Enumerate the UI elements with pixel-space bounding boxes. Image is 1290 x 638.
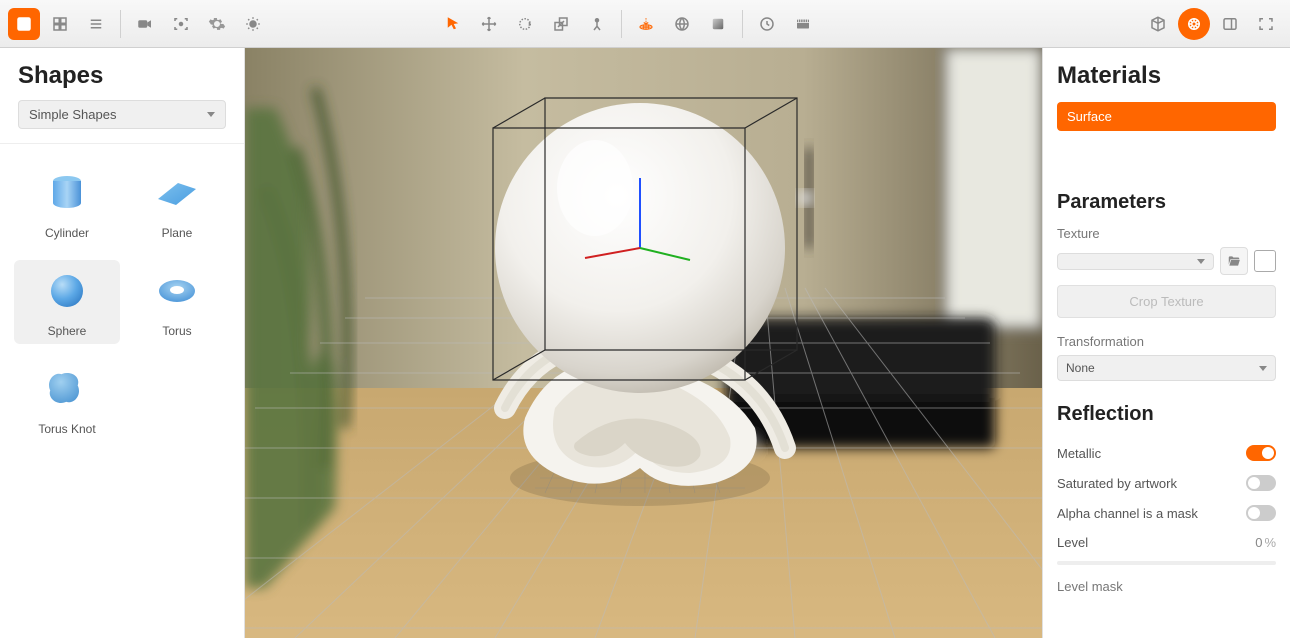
texture-color-swatch[interactable] [1254, 250, 1276, 272]
shape-item-torus[interactable]: Torus [124, 260, 230, 344]
texture-label: Texture [1057, 226, 1276, 241]
shape-label: Sphere [48, 324, 87, 338]
list-button[interactable] [80, 8, 112, 40]
parameters-title: Parameters [1057, 191, 1276, 214]
main-area: Shapes Simple Shapes Cylinder Plane [0, 48, 1290, 638]
shapes-panel: Shapes Simple Shapes Cylinder Plane [0, 48, 245, 638]
shape-item-cylinder[interactable]: Cylinder [14, 162, 120, 246]
layout-grid-button[interactable] [44, 8, 76, 40]
alpha-mask-toggle[interactable] [1246, 505, 1276, 521]
saturated-toggle[interactable] [1246, 475, 1276, 491]
transformation-value: None [1066, 361, 1095, 375]
torus-icon [152, 266, 202, 316]
material-item-label: Surface [1067, 109, 1112, 124]
texture-select[interactable] [1057, 253, 1214, 270]
level-mask-label: Level mask [1057, 579, 1276, 594]
snap-tool-button[interactable] [581, 8, 613, 40]
gradient-button[interactable] [702, 8, 734, 40]
level-slider[interactable] [1057, 561, 1276, 565]
shapes-grid: Cylinder Plane Sphere Torus [0, 143, 244, 460]
rotate-tool-button[interactable] [509, 8, 541, 40]
level-label: Level [1057, 535, 1088, 550]
camera-button[interactable] [129, 8, 161, 40]
shape-label: Torus Knot [38, 422, 95, 436]
transformation-select[interactable]: None [1057, 355, 1276, 381]
shape-category-select[interactable]: Simple Shapes [18, 100, 226, 129]
chevron-down-icon [1259, 366, 1267, 371]
crop-texture-button: Crop Texture [1057, 285, 1276, 318]
shape-label: Torus [162, 324, 191, 338]
materials-panel-title: Materials [1057, 62, 1276, 102]
toolbar-separator [742, 10, 743, 38]
metallic-label: Metallic [1057, 446, 1101, 461]
viewport[interactable] [245, 48, 1042, 638]
view-cube-button[interactable] [1142, 8, 1174, 40]
sphere-icon [42, 266, 92, 316]
materials-panel: Materials Surface Parameters Texture Cro… [1042, 48, 1290, 638]
fullscreen-button[interactable] [1250, 8, 1282, 40]
move-tool-button[interactable] [473, 8, 505, 40]
shape-label: Cylinder [45, 226, 89, 240]
animation-button[interactable] [787, 8, 819, 40]
environment-button[interactable] [666, 8, 698, 40]
toolbar-separator [621, 10, 622, 38]
cylinder-icon [42, 168, 92, 218]
alpha-mask-label: Alpha channel is a mask [1057, 506, 1198, 521]
transformation-label: Transformation [1057, 334, 1276, 349]
focus-button[interactable] [165, 8, 197, 40]
toolbar-separator [120, 10, 121, 38]
add-button[interactable] [8, 8, 40, 40]
metallic-toggle[interactable] [1246, 445, 1276, 461]
reflection-title: Reflection [1057, 403, 1276, 426]
material-item-surface[interactable]: Surface [1057, 102, 1276, 131]
chevron-down-icon [1197, 259, 1205, 264]
saturated-label: Saturated by artwork [1057, 476, 1177, 491]
history-button[interactable] [751, 8, 783, 40]
shape-category-value: Simple Shapes [29, 107, 116, 122]
torus-knot-icon [42, 364, 92, 414]
shape-label: Plane [162, 226, 193, 240]
material-mode-button[interactable] [1178, 8, 1210, 40]
shapes-panel-title: Shapes [0, 48, 244, 100]
shape-item-torusknot[interactable]: Torus Knot [14, 358, 120, 442]
level-value: 0 [1255, 535, 1262, 550]
plane-icon [152, 168, 202, 218]
level-unit: % [1264, 535, 1276, 550]
open-texture-button[interactable] [1220, 247, 1248, 275]
brightness-button[interactable] [237, 8, 269, 40]
crop-texture-label: Crop Texture [1129, 294, 1203, 309]
cursor-tool-button[interactable] [437, 8, 469, 40]
settings-button[interactable] [201, 8, 233, 40]
shape-item-plane[interactable]: Plane [124, 162, 230, 246]
scale-tool-button[interactable] [545, 8, 577, 40]
scene-render [245, 48, 1042, 638]
shape-item-sphere[interactable]: Sphere [14, 260, 120, 344]
ground-button[interactable] [630, 8, 662, 40]
folder-open-icon [1227, 254, 1241, 268]
chevron-down-icon [207, 112, 215, 117]
panel-toggle-button[interactable] [1214, 8, 1246, 40]
top-toolbar [0, 0, 1290, 48]
